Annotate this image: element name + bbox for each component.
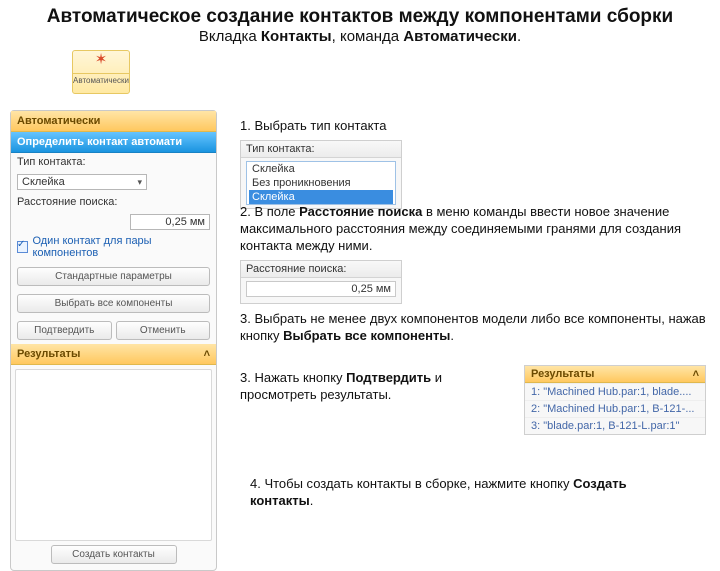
command-panel: Автоматически Определить контакт автомат… [10,110,217,571]
results-list [15,369,212,541]
step-2-num: 2. [240,204,251,219]
chevron-up-icon: ˄ [204,348,210,360]
mini-type-opt2[interactable]: Склейка [249,190,393,204]
step-5-num: 4. [250,476,261,491]
mini-type-select[interactable]: Склейка Без проникновения Склейка [246,161,396,205]
step-3-bold: Выбрать все компоненты [283,328,450,343]
distance-input[interactable]: 0,25 мм [130,214,210,230]
step-4-num: 3. [240,370,251,385]
select-all-button[interactable]: Выбрать все компоненты [17,294,210,313]
subtitle-auto: Автоматически [403,28,517,45]
results-header-label: Результаты [17,348,80,360]
step-2-pre: В поле [251,204,299,219]
subtitle-pre: Вкладка [199,28,261,45]
step-5: 4. Чтобы создать контакты в сборке, нажм… [250,476,660,510]
contact-type-select-row: Склейка [11,171,216,193]
mini-result-row-3[interactable]: 3: "blade.par:1, B-121-L.par:1" [525,417,705,434]
mini-result-row-2[interactable]: 2: "Machined Hub.par:1, B-121-... [525,400,705,417]
confirm-button[interactable]: Подтвердить [17,321,112,340]
step-4-pre: Нажать кнопку [251,370,346,385]
subtitle-post: . [517,28,521,45]
contact-type-row: Тип контакта: [11,153,216,171]
contact-type-label: Тип контакта: [17,156,86,168]
ribbon-auto-button[interactable]: ✶ Автоматически [72,50,130,94]
mini-type-label: Тип контакта: [241,141,401,158]
distance-label: Расстояние поиска: [17,196,117,208]
mini-type-opt1[interactable]: Без проникновения [249,176,393,190]
step-1-num: 1. [240,118,251,133]
mini-results-header[interactable]: Результаты ˄ [525,366,705,383]
subtitle-mid: , команда [332,28,404,45]
mini-distance-label: Расстояние поиска: [241,261,401,278]
step-3: 3. Выбрать не менее двух компонентов мод… [240,311,706,345]
std-params-button[interactable]: Стандартные параметры [17,267,210,286]
page-title: Автоматическое создание контактов между … [0,0,720,28]
page-subtitle: Вкладка Контакты, команда Автоматически. [0,28,720,45]
step-4: 3. Нажать кнопку Подтвердить и просмотре… [240,370,500,404]
checkbox-icon [17,241,28,253]
step-5-post: . [310,493,314,508]
mini-result-row-1[interactable]: 1: "Machined Hub.par:1, blade.... [525,383,705,400]
step-3-post: . [450,328,454,343]
mini-type-value: Склейка [249,162,393,176]
step-2: 2. В поле Расстояние поиска в меню коман… [240,204,706,255]
step-1-text: Выбрать тип контакта [251,118,387,133]
distance-value-row: 0,25 мм [11,211,216,233]
step-1: 1. Выбрать тип контакта [240,118,706,135]
sparkle-icon: ✶ [73,51,129,69]
distance-row: Расстояние поиска: [11,193,216,211]
step-4-bold: Подтвердить [346,370,431,385]
cancel-button[interactable]: Отменить [116,321,211,340]
ribbon-auto-label: Автоматически [73,73,129,85]
mini-distance-input[interactable]: 0,25 мм [246,281,396,297]
mini-results-label: Результаты [531,368,594,380]
step-5-pre: Чтобы создать контакты в сборке, нажмите… [261,476,573,491]
step-3-num: 3. [240,311,251,326]
panel-tab-auto[interactable]: Автоматически [11,111,216,132]
contact-type-select[interactable]: Склейка [17,174,147,190]
mini-results: Результаты ˄ 1: "Machined Hub.par:1, blad… [524,365,706,435]
one-contact-checkbox[interactable]: Один контакт для пары компонентов [11,233,216,263]
create-contacts-button[interactable]: Создать контакты [51,545,177,564]
panel-section-define: Определить контакт автомати [11,132,216,153]
mini-type-dropdown: Тип контакта: Склейка Без проникновения … [240,140,402,209]
chevron-up-icon: ˄ [693,368,699,380]
subtitle-contacts: Контакты [261,28,332,45]
results-header[interactable]: Результаты ˄ [11,344,216,365]
step-2-bold: Расстояние поиска [299,204,422,219]
one-contact-label: Один контакт для пары компонентов [32,235,210,259]
mini-distance: Расстояние поиска: 0,25 мм [240,260,402,304]
